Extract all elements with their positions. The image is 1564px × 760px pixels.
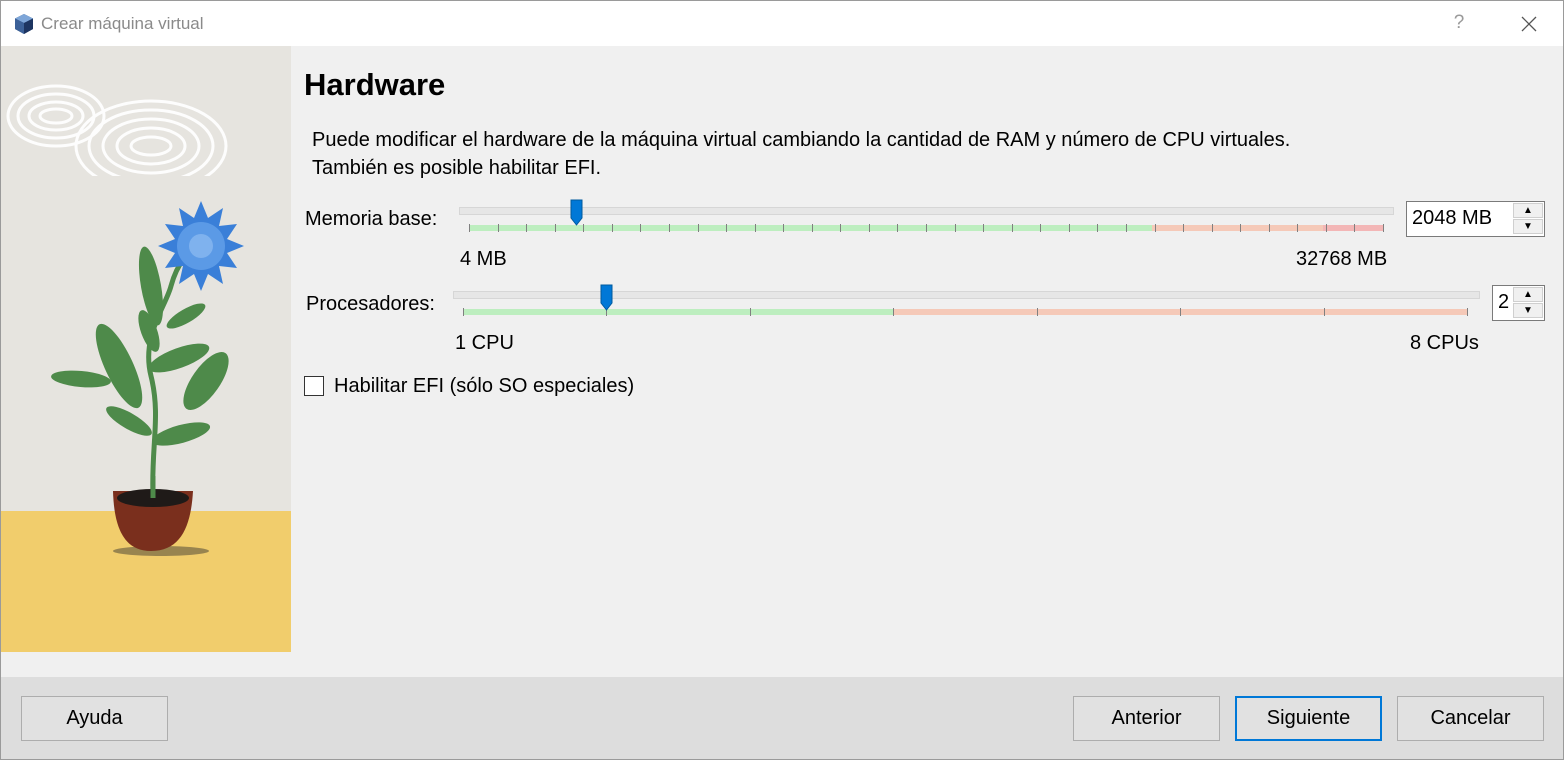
memory-danger-zone [1323,225,1383,231]
cpu-min-label: 1 CPU [455,332,514,354]
memory-slider-tick [897,224,898,232]
help-button[interactable]: Ayuda [21,696,168,741]
memory-slider-scale [469,224,1384,232]
memory-slider-tick [869,224,870,232]
memory-label: Memoria base: [305,208,438,230]
memory-slider-tick [1040,224,1041,232]
memory-increase-button[interactable]: ▲ [1513,203,1543,218]
next-button[interactable]: Siguiente [1235,696,1382,741]
memory-slider-tick [555,224,556,232]
cpu-label: Procesadores: [306,293,435,315]
memory-slider-tick [726,224,727,232]
cpu-safe-zone [463,309,893,315]
cpu-max-label: 8 CPUs [1410,332,1479,354]
cpu-decrease-button[interactable]: ▼ [1513,303,1543,318]
memory-slider-track[interactable] [459,207,1394,215]
memory-max-label: 32768 MB [1296,248,1388,270]
page-title: Hardware [304,67,446,102]
description-line-1: Puede modificar el hardware de la máquin… [312,129,1291,151]
memory-slider-tick [983,224,984,232]
cpu-slider-thumb[interactable] [600,284,613,311]
memory-slider-tick [698,224,699,232]
efi-checkbox[interactable] [304,376,324,396]
memory-decrease-button[interactable]: ▼ [1513,219,1543,234]
memory-slider-tick [1069,224,1070,232]
memory-slider-tick [1155,224,1156,232]
memory-slider-tick [612,224,613,232]
memory-slider-tick [1326,224,1327,232]
memory-spinbox[interactable]: 2048 MB ▲ ▼ [1406,201,1545,237]
memory-slider-tick [755,224,756,232]
memory-slider-tick [783,224,784,232]
cpu-slider-tick [750,308,751,316]
memory-slider-tick [1269,224,1270,232]
cpu-slider-tick [1037,308,1038,316]
memory-slider-tick [1383,224,1384,232]
cpu-slider-tick [1467,308,1468,316]
cpu-slider-tick [1180,308,1181,316]
memory-slider-tick [1297,224,1298,232]
memory-slider-tick [1012,224,1013,232]
memory-value: 2048 MB [1412,207,1493,229]
cpu-slider-tick [463,308,464,316]
memory-slider-tick [926,224,927,232]
help-title-button[interactable]: ? [1447,10,1471,36]
description-line-2: También es posible habilitar EFI. [312,157,602,179]
memory-slider-tick [1183,224,1184,232]
memory-slider-tick [1354,224,1355,232]
memory-slider-tick [1097,224,1098,232]
cpu-spinbox[interactable]: 2 ▲ ▼ [1492,285,1545,321]
back-button[interactable]: Anterior [1073,696,1220,741]
wizard-illustration [1,46,291,652]
cpu-slider-scale [463,308,1468,316]
memory-slider-thumb[interactable] [570,199,583,226]
memory-slider-tick [1212,224,1213,232]
cpu-slider-tick [893,308,894,316]
memory-slider-tick [955,224,956,232]
page-description: Puede modificar el hardware de la máquin… [312,126,1290,182]
title-bar: Crear máquina virtual ? [1,1,1563,46]
memory-slider-tick [526,224,527,232]
memory-slider-tick [640,224,641,232]
memory-slider-tick [669,224,670,232]
cpu-slider-tick [1324,308,1325,316]
window-title: Crear máquina virtual [41,14,204,33]
dialog-window: Crear máquina virtual ? Hardware Puede m… [0,0,1564,760]
memory-slider-tick [583,224,584,232]
memory-min-label: 4 MB [460,248,507,270]
memory-slider-tick [498,224,499,232]
cancel-button[interactable]: Cancelar [1397,696,1544,741]
memory-slider-tick [469,224,470,232]
memory-slider-tick [840,224,841,232]
close-icon[interactable] [1513,11,1543,37]
memory-slider-tick [1126,224,1127,232]
memory-slider-tick [1240,224,1241,232]
cpu-value: 2 [1498,291,1510,313]
virtualbox-icon [15,14,33,34]
cpu-increase-button[interactable]: ▲ [1513,287,1543,302]
efi-label[interactable]: Habilitar EFI (sólo SO especiales) [334,375,634,398]
memory-slider-tick [812,224,813,232]
